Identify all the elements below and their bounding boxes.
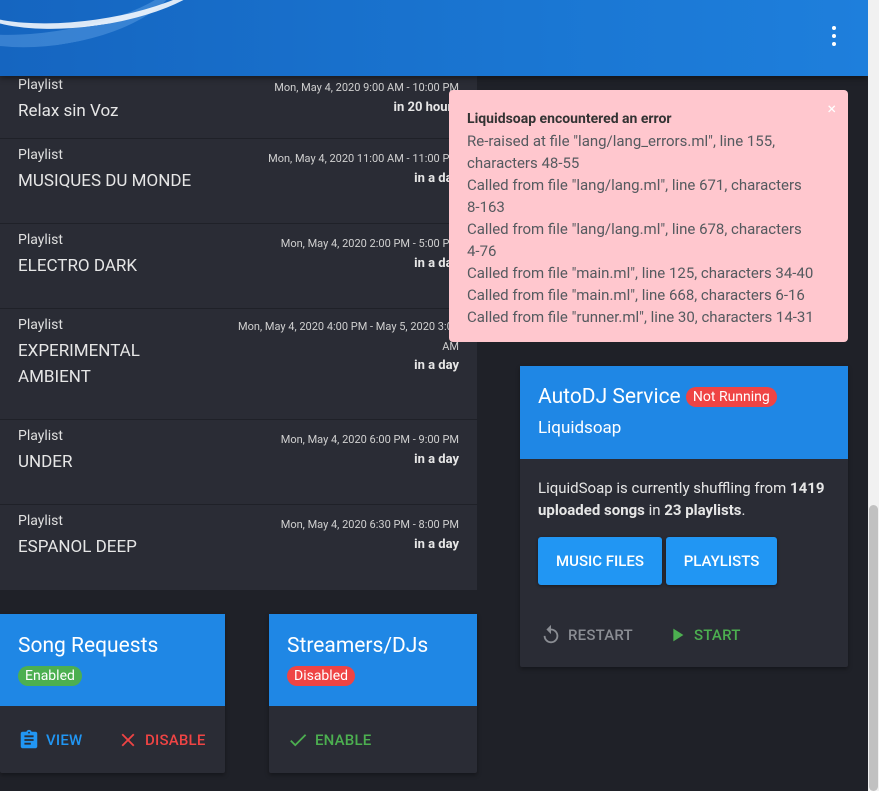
- error-line: Called from file "lang/lang.ml", line 67…: [467, 176, 802, 194]
- desc-text: LiquidSoap is currently shuffling from: [538, 479, 790, 497]
- error-line: Called from file "runner.ml", line 30, c…: [467, 308, 814, 326]
- item-type: Playlist: [18, 147, 63, 163]
- streamers-card: Streamers/DJs Disabled ENABLE: [269, 614, 477, 773]
- schedule-time: Mon, May 4, 2020 9:00 AM - 10:00 PM: [274, 81, 459, 94]
- relative-time: in a day: [414, 452, 459, 467]
- card-title: AutoDJ Service: [538, 385, 681, 409]
- desc-text: .: [741, 501, 746, 519]
- list-item: Playlist UNDER Mon, May 4, 2020 6:00 PM …: [0, 420, 477, 505]
- item-type: Playlist: [18, 513, 63, 529]
- error-line: Re-raised at file "lang/lang_errors.ml",…: [467, 132, 776, 150]
- page-scrollbar[interactable]: [868, 0, 879, 791]
- check-icon: [290, 734, 307, 747]
- list-item: Playlist MUSIQUES DU MONDE Mon, May 4, 2…: [0, 139, 477, 224]
- schedule-time: Mon, May 4, 2020 6:30 PM - 8:00 PM: [280, 518, 459, 531]
- playlists-button[interactable]: PLAYLISTS: [666, 537, 777, 585]
- error-line: Called from file "main.ml", line 668, ch…: [467, 286, 805, 304]
- card-title: Song Requests: [18, 634, 159, 658]
- relative-time: in a day: [414, 358, 459, 373]
- playlist-name-line2: AMBIENT: [18, 367, 91, 387]
- schedule-time: Mon, May 4, 2020 6:00 PM - 9:00 PM: [280, 433, 459, 446]
- playlist-schedule-list: Playlist Relax sin Voz Mon, May 4, 2020 …: [0, 76, 477, 590]
- top-app-bar: [0, 0, 868, 76]
- view-label: VIEW: [46, 731, 83, 749]
- start-button[interactable]: START: [666, 624, 741, 646]
- error-line: 8-163: [467, 198, 505, 216]
- item-type: Playlist: [18, 428, 63, 444]
- restart-label: RESTART: [568, 626, 633, 644]
- desc-bold: uploaded songs: [538, 501, 645, 519]
- start-label: START: [694, 626, 741, 644]
- card-header: AutoDJ Service Not Running Liquidsoap: [520, 366, 848, 459]
- playlist-name: ELECTRO DARK: [18, 256, 138, 276]
- autodj-description: LiquidSoap is currently shuffling from 1…: [520, 459, 848, 521]
- view-button[interactable]: VIEW: [18, 729, 82, 751]
- card-subtitle: Liquidsoap: [538, 418, 622, 438]
- list-item: Playlist Relax sin Voz Mon, May 4, 2020 …: [0, 76, 477, 139]
- playlist-name: ESPANOL DEEP: [18, 537, 137, 557]
- list-item: Playlist ESPANOL DEEP Mon, May 4, 2020 6…: [0, 505, 477, 590]
- restart-button[interactable]: RESTART: [540, 624, 633, 646]
- disable-button[interactable]: DISABLE: [117, 729, 206, 751]
- scrollbar-thumb[interactable]: [869, 505, 878, 791]
- song-requests-card: Song Requests Enabled VIEW DISABLE: [0, 614, 225, 773]
- playlist-name: UNDER: [18, 452, 73, 472]
- playlist-count: 23 playlists: [664, 501, 742, 519]
- more-options-icon[interactable]: [830, 26, 838, 48]
- card-header: Streamers/DJs Disabled: [269, 614, 477, 706]
- error-line: Called from file "lang/lang.ml", line 67…: [467, 220, 802, 238]
- autodj-card: AutoDJ Service Not Running Liquidsoap Li…: [520, 366, 848, 667]
- playlist-name-line1: EXPERIMENTAL: [18, 341, 140, 361]
- error-line: characters 48-55: [467, 154, 580, 172]
- enable-label: ENABLE: [315, 731, 372, 749]
- enable-button[interactable]: ENABLE: [287, 729, 371, 751]
- music-files-button[interactable]: MUSIC FILES: [538, 537, 662, 585]
- play-icon: [673, 628, 684, 642]
- card-header: Song Requests Enabled: [0, 614, 225, 706]
- song-count: 1419: [790, 479, 825, 497]
- disable-label: DISABLE: [145, 731, 206, 749]
- error-line: 4-76: [467, 242, 497, 260]
- restart-icon: [543, 624, 559, 644]
- close-icon[interactable]: ×: [827, 98, 836, 120]
- item-type: Playlist: [18, 317, 63, 333]
- card-title: Streamers/DJs: [287, 634, 429, 658]
- item-type: Playlist: [18, 77, 63, 93]
- status-badge: Enabled: [18, 666, 82, 686]
- error-title: Liquidsoap encountered an error: [467, 111, 672, 127]
- schedule-time: Mon, May 4, 2020 11:00 AM - 11:00 PM: [268, 152, 459, 165]
- clipboard-icon: [20, 729, 38, 749]
- error-notification: × Liquidsoap encountered an error Re-rai…: [449, 90, 848, 342]
- item-type: Playlist: [18, 232, 63, 248]
- list-item: Playlist ELECTRO DARK Mon, May 4, 2020 2…: [0, 224, 477, 309]
- playlist-name: Relax sin Voz: [18, 101, 119, 121]
- error-line: Called from file "main.ml", line 125, ch…: [467, 264, 814, 282]
- playlist-name: MUSIQUES DU MONDE: [18, 171, 192, 191]
- status-badge: Disabled: [287, 666, 356, 686]
- close-icon: [121, 733, 135, 747]
- schedule-time: Mon, May 4, 2020 2:00 PM - 5:00 PM: [280, 237, 459, 250]
- status-badge: Not Running: [685, 387, 777, 407]
- desc-text: in: [644, 501, 665, 519]
- schedule-time-line1: Mon, May 4, 2020 4:00 PM - May 5, 2020 3…: [238, 320, 459, 333]
- list-item: Playlist EXPERIMENTAL AMBIENT Mon, May 4…: [0, 309, 477, 420]
- relative-time: in a day: [414, 537, 459, 552]
